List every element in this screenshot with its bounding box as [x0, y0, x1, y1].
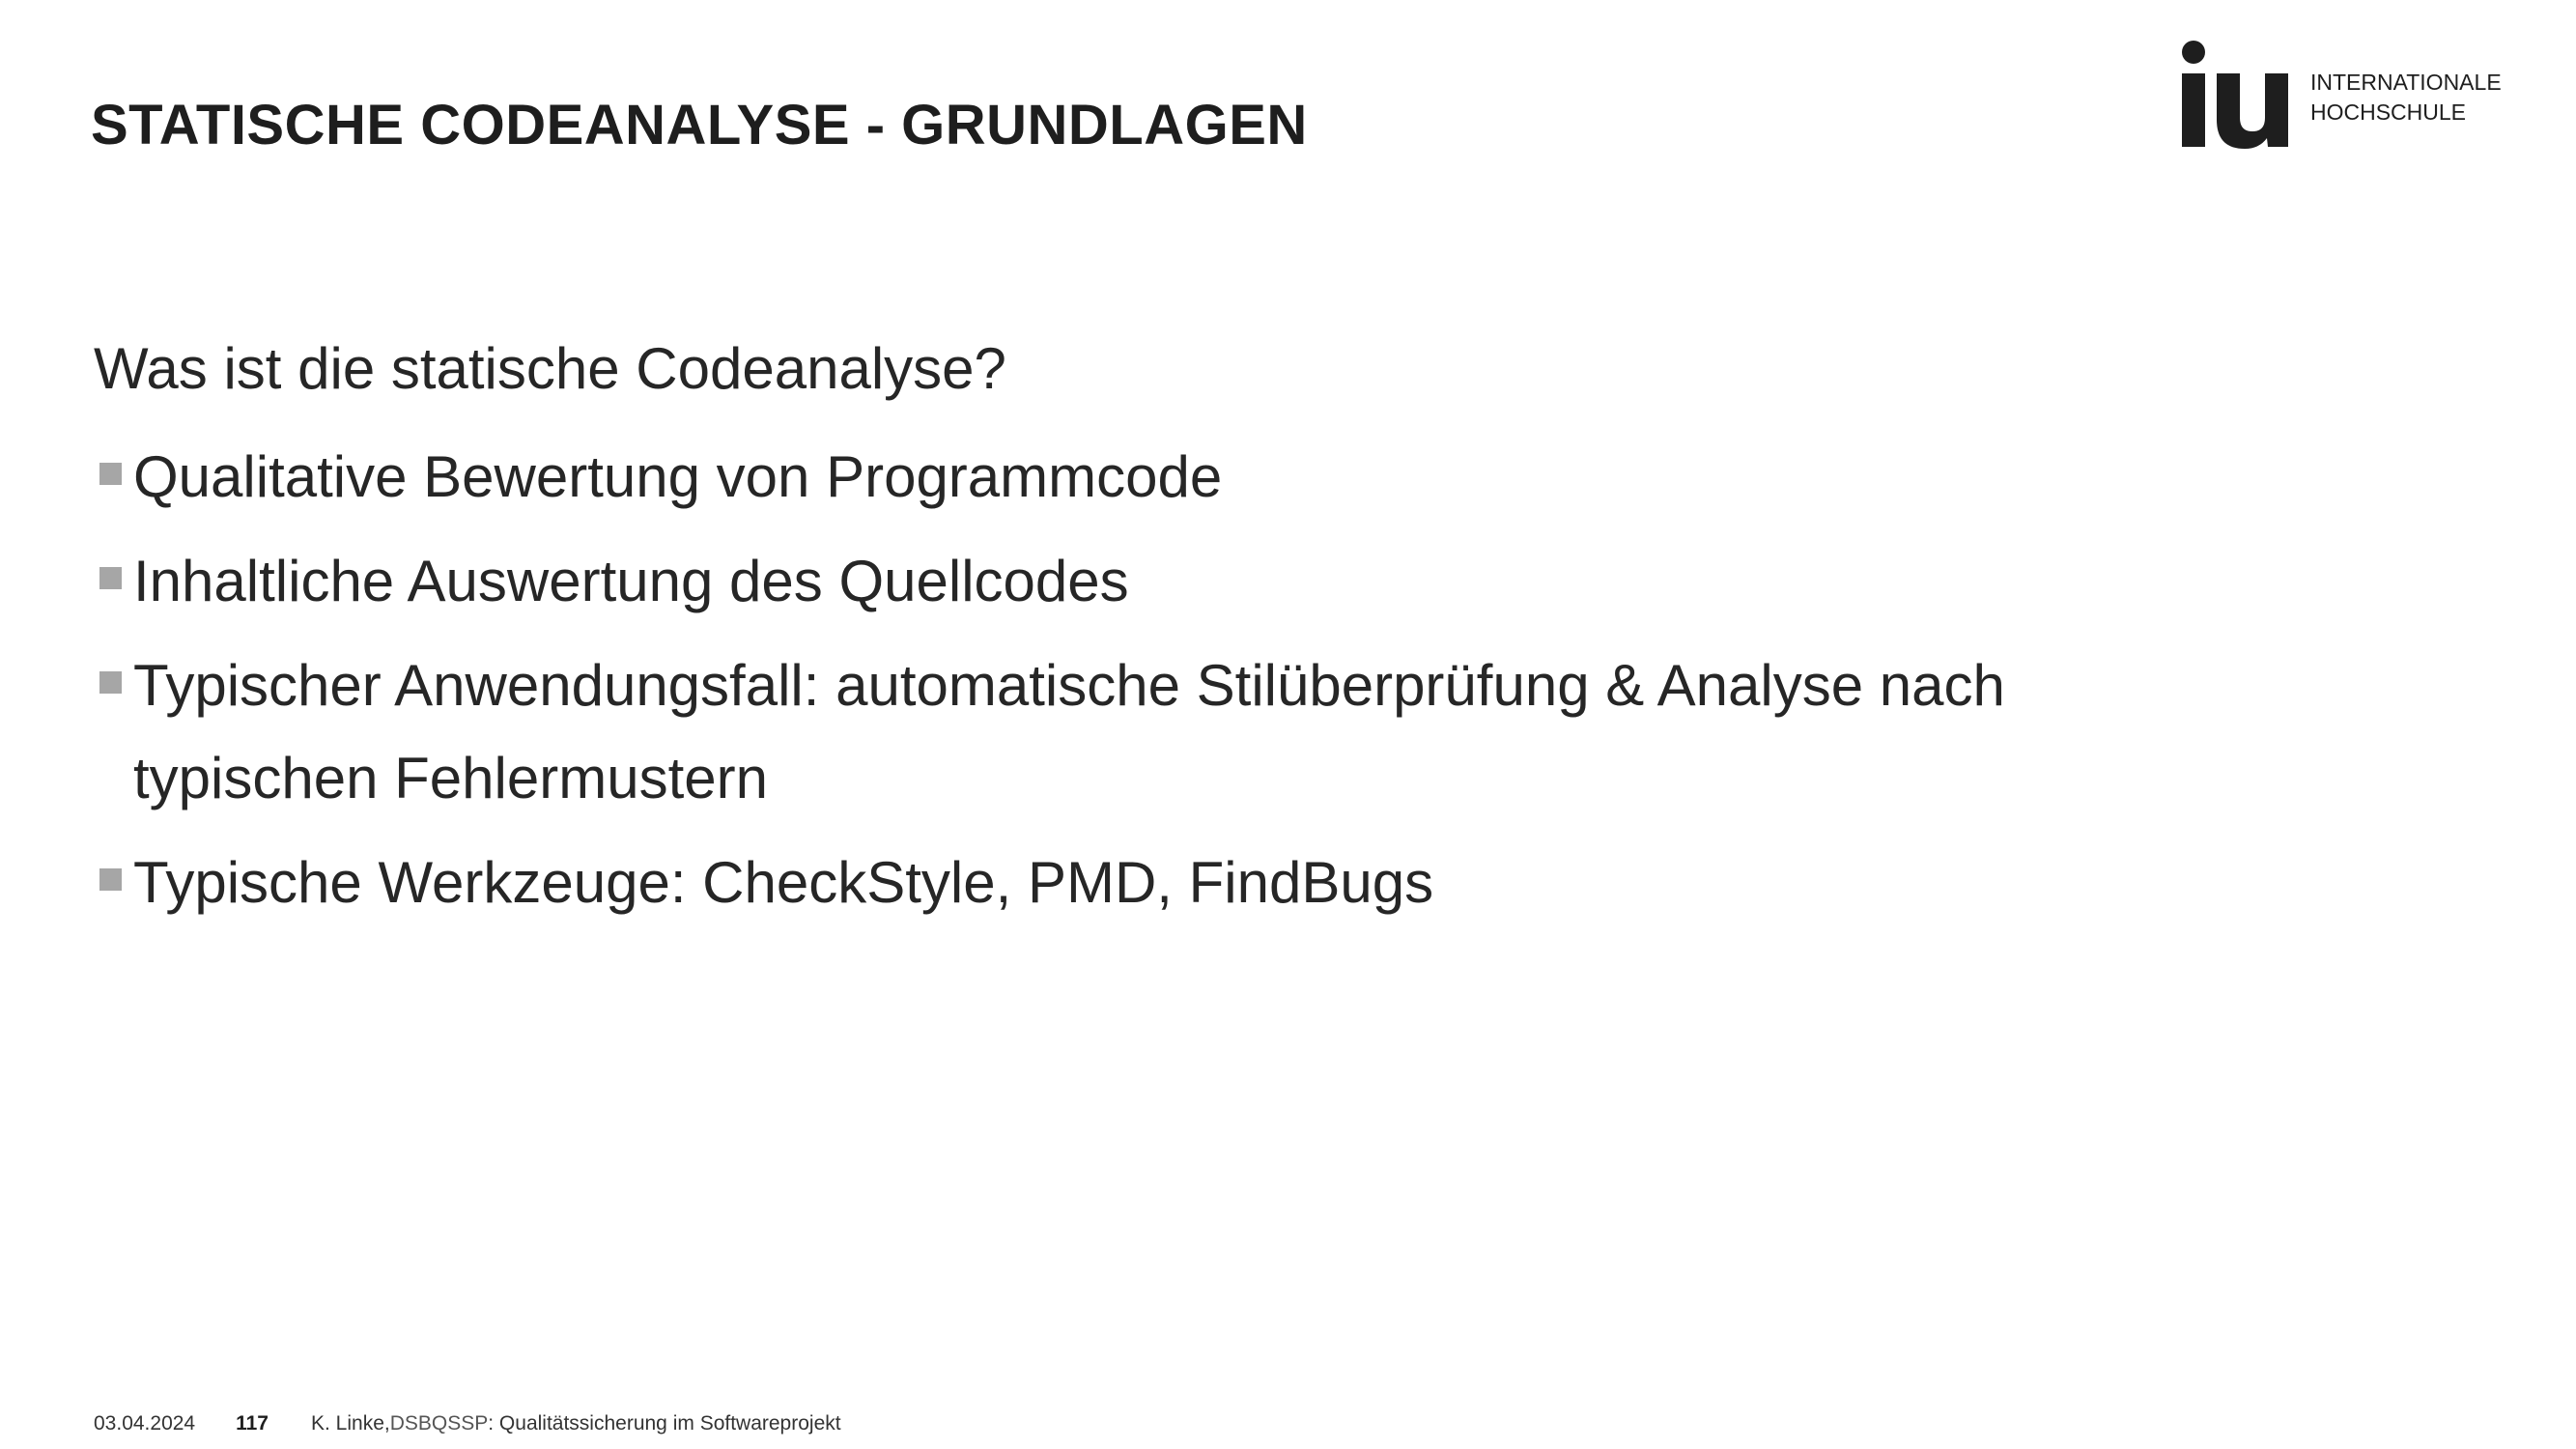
bullet-square-icon: [99, 671, 122, 694]
footer-author: K. Linke,: [311, 1412, 390, 1435]
footer-course-code: DSBQSSP: [389, 1412, 489, 1435]
slide-footer: 03.04.2024 117 K. Linke, DSBQSSP: Qualität…: [94, 1412, 841, 1435]
slide-title: STATISCHE CODEANALYSE - GRUNDLAGEN: [91, 94, 1308, 156]
bullet-square-icon: [99, 567, 122, 589]
bullet-item: Typische Werkzeuge: CheckStyle, PMD, Fin…: [94, 837, 2025, 929]
bullet-list: Qualitative Bewertung von Programmcode I…: [94, 431, 2025, 929]
footer-course-title: : Qualitätssicherung im Softwareprojekt: [488, 1412, 841, 1435]
bullet-text: Qualitative Bewertung von Programmcode: [133, 444, 1223, 509]
bullet-text: Inhaltliche Auswertung des Quellcodes: [133, 549, 1129, 613]
iu-logo-mark: [2182, 41, 2288, 149]
logo-line-2: HOCHSCHULE: [2310, 99, 2467, 125]
question-heading: Was ist die statische Codeanalyse?: [94, 336, 1006, 401]
logo-text: INTERNATIONALE HOCHSCHULE: [2310, 68, 2502, 128]
footer-date: 03.04.2024: [94, 1412, 196, 1435]
bullet-item: Qualitative Bewertung von Programmcode: [94, 431, 2025, 524]
bullet-text: Typischer Anwendungsfall: automatische S…: [133, 653, 2005, 810]
logo-line-1: INTERNATIONALE: [2310, 70, 2502, 95]
bullet-item: Inhaltliche Auswertung des Quellcodes: [94, 535, 2025, 628]
bullet-item: Typischer Anwendungsfall: automatische S…: [94, 639, 2025, 825]
bullet-square-icon: [99, 463, 122, 485]
bullet-text: Typische Werkzeuge: CheckStyle, PMD, Fin…: [133, 850, 1434, 915]
slide-content: Was ist die statische Codeanalyse? Quali…: [94, 328, 2025, 941]
footer-page-number: 117: [236, 1412, 269, 1435]
bullet-square-icon: [99, 868, 122, 891]
